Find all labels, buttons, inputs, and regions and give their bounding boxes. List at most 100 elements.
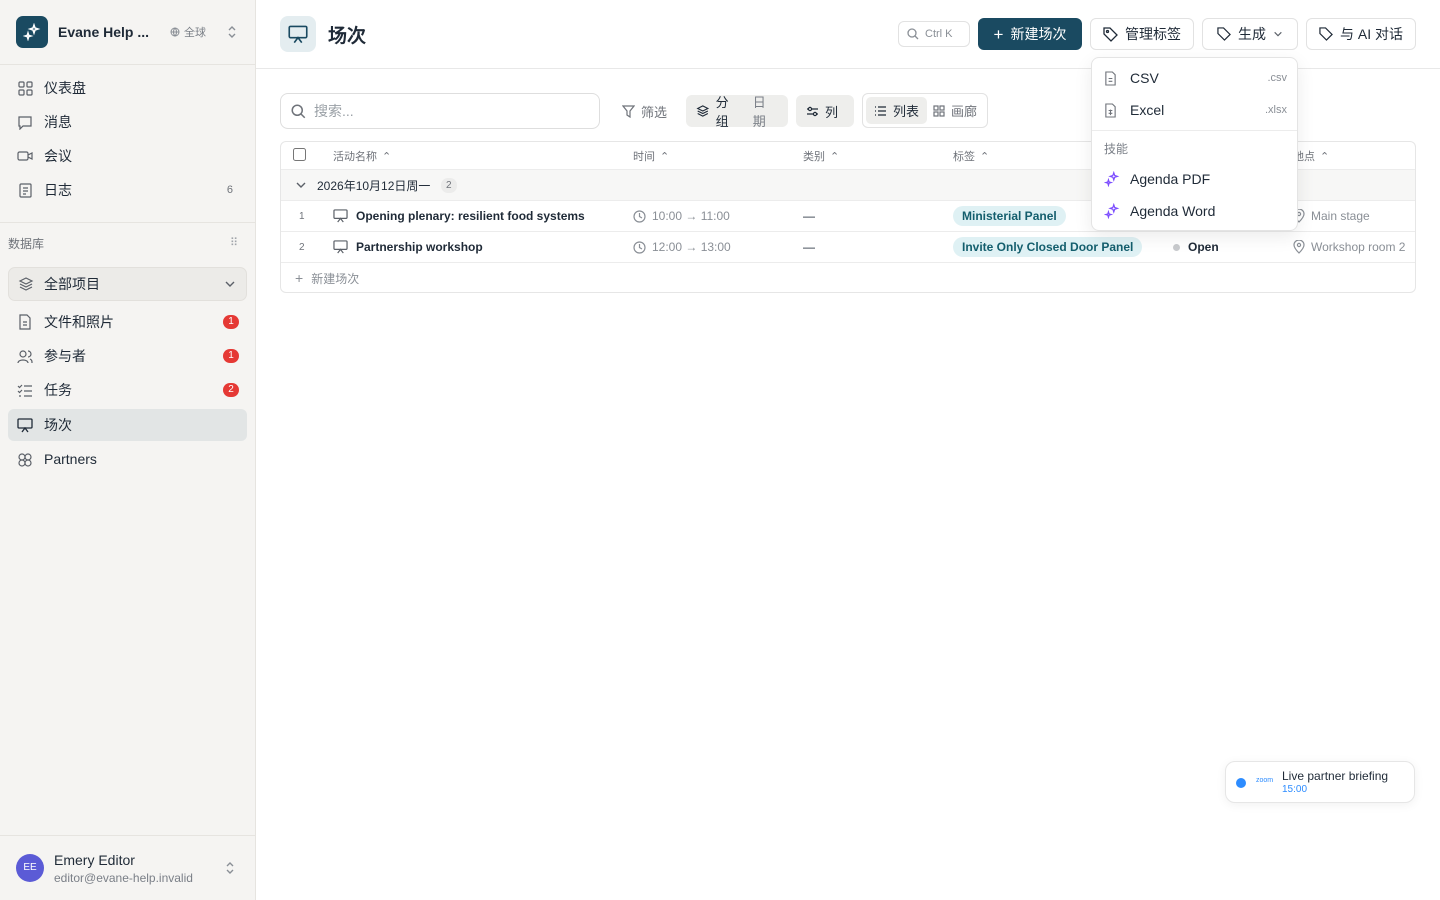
category-cell[interactable]: — <box>803 201 815 231</box>
divider <box>1092 130 1297 131</box>
group-label: 分组 <box>715 95 729 129</box>
status-dot <box>1173 243 1180 251</box>
column-category-label: 类别 <box>803 151 825 163</box>
menu-item-csv[interactable]: CSV .csv <box>1096 63 1295 93</box>
session-location: Workshop room 2 <box>1311 240 1406 254</box>
column-header-name[interactable]: 活动名称 ⌃ <box>333 142 391 170</box>
database-section-label: 数据库 <box>8 237 45 251</box>
filter-label: 筛选 <box>641 104 668 120</box>
presentation-icon <box>333 240 348 254</box>
column-header-location[interactable]: 地点 ⌃ <box>1293 142 1329 170</box>
sort-icon: ⌃ <box>980 150 990 163</box>
nav-meetings[interactable]: 会议 <box>8 140 247 172</box>
manage-tags-button[interactable]: 管理标签 <box>1090 18 1194 50</box>
command-search-button[interactable]: Ctrl K <box>898 21 970 47</box>
session-name-cell[interactable]: Opening plenary: resilient food systems <box>333 201 585 231</box>
layers-icon <box>696 105 710 117</box>
menu-item-csv-suffix: .csv <box>1267 72 1287 84</box>
menu-item-csv-label: CSV <box>1130 70 1159 86</box>
nav-messages[interactable]: 消息 <box>8 106 247 138</box>
add-session-row[interactable]: + 新建场次 <box>281 263 1415 292</box>
menu-item-excel-label: Excel <box>1130 102 1165 118</box>
group-value: 日期 <box>752 95 766 129</box>
users-icon <box>16 347 34 365</box>
chevron-down-icon <box>295 179 307 194</box>
category-cell[interactable]: — <box>803 232 815 262</box>
nav-partners-label: Partners <box>44 451 97 467</box>
search-icon <box>907 28 919 40</box>
nav-participants-label: 参与者 <box>44 348 86 364</box>
divider <box>0 835 255 836</box>
menu-item-agenda-pdf[interactable]: Agenda PDF <box>1096 164 1295 194</box>
filter-button[interactable]: 筛选 <box>612 95 677 127</box>
view-toggle: 列表 画廊 <box>862 93 988 128</box>
view-list-option[interactable]: 列表 <box>866 97 928 124</box>
group-count: 2 <box>441 178 457 193</box>
menu-item-excel[interactable]: Excel .xlsx <box>1096 95 1295 125</box>
column-header-time[interactable]: 时间 ⌃ <box>633 142 669 170</box>
nav-files-badge: 1 <box>223 315 239 329</box>
plus-icon: + <box>295 270 304 286</box>
divider <box>0 222 255 223</box>
column-header-category[interactable]: 类别 ⌃ <box>803 142 839 170</box>
user-name: Emery Editor <box>54 852 135 868</box>
column-header-tags[interactable]: 标签 ⌃ <box>953 142 989 170</box>
workspace-switcher[interactable]: Evane Help ... 全球 <box>16 16 240 48</box>
clock-icon <box>633 209 646 223</box>
session-location: Main stage <box>1311 209 1370 223</box>
view-gallery-option[interactable]: 画廊 <box>925 97 985 124</box>
location-cell[interactable]: Main stage <box>1293 201 1370 231</box>
status-cell[interactable]: Open <box>1173 232 1219 262</box>
status-label: Open <box>1188 240 1219 254</box>
database-selector[interactable]: 全部项目 <box>8 267 247 301</box>
checklist-icon <box>16 381 34 399</box>
columns-label: 列 <box>825 104 839 120</box>
session-name: Opening plenary: resilient food systems <box>356 209 585 223</box>
new-session-button[interactable]: + 新建场次 <box>978 18 1082 50</box>
tags-cell[interactable]: Invite Only Closed Door Panel <box>953 232 1143 262</box>
column-time-label: 时间 <box>633 151 655 163</box>
group-button[interactable]: 分组 日期 <box>686 95 788 129</box>
manage-tags-label: 管理标签 <box>1125 26 1181 42</box>
presentation-icon <box>333 209 348 223</box>
time-cell[interactable]: 10:00 → 11:00 <box>633 201 730 231</box>
nav-participants[interactable]: 参与者 1 <box>8 340 247 372</box>
tags-cell[interactable]: Ministerial Panel <box>953 201 1066 231</box>
nav-journal[interactable]: 日志 6 <box>8 174 247 206</box>
live-meeting-card[interactable]: zoom Live partner briefing 15:00 <box>1225 761 1415 803</box>
tag-icon <box>1103 26 1118 42</box>
drag-handle-icon[interactable]: ⠿ <box>230 236 238 249</box>
time-cell[interactable]: 12:00 → 13:00 <box>633 232 731 262</box>
row-number: 1 <box>299 210 305 222</box>
nav-files-label: 文件和照片 <box>44 314 114 330</box>
menu-item-agenda-word[interactable]: Agenda Word <box>1096 196 1295 226</box>
chevron-updown-icon <box>226 24 238 43</box>
columns-button[interactable]: 列 <box>796 95 854 127</box>
layers-icon <box>18 276 36 292</box>
search-input[interactable] <box>314 103 574 119</box>
nav-sessions[interactable]: 场次 <box>8 409 247 441</box>
table-row[interactable]: 2 Partnership workshop 12:00 → 13:00 — I… <box>281 232 1415 263</box>
user-menu[interactable]: EE Emery Editor editor@evane-help.invali… <box>16 850 240 886</box>
tag-icon <box>1217 27 1231 41</box>
partners-icon <box>16 450 34 468</box>
session-name-cell[interactable]: Partnership workshop <box>333 232 483 262</box>
nav-files[interactable]: 文件和照片 1 <box>8 306 247 338</box>
nav-dashboard[interactable]: 仪表盘 <box>8 72 247 104</box>
nav-tasks[interactable]: 任务 2 <box>8 374 247 406</box>
ai-chat-label: 与 AI 对话 <box>1339 26 1403 42</box>
sort-icon: ⌃ <box>830 150 840 163</box>
generate-button[interactable]: 生成 <box>1202 18 1298 50</box>
user-email: editor@evane-help.invalid <box>54 871 193 885</box>
select-all-checkbox[interactable] <box>293 148 306 161</box>
database-selector-label: 全部项目 <box>44 276 100 292</box>
location-cell[interactable]: Workshop room 2 <box>1293 232 1405 262</box>
ai-chat-button[interactable]: 与 AI 对话 <box>1306 18 1416 50</box>
spreadsheet-icon <box>1104 102 1120 118</box>
menu-item-agenda-pdf-label: Agenda PDF <box>1130 171 1211 187</box>
nav-partners[interactable]: Partners <box>8 443 247 475</box>
file-icon <box>1104 70 1120 86</box>
menu-item-agenda-word-label: Agenda Word <box>1130 203 1216 219</box>
shortcut-label: Ctrl K <box>925 28 953 40</box>
nav-dashboard-label: 仪表盘 <box>44 80 86 96</box>
